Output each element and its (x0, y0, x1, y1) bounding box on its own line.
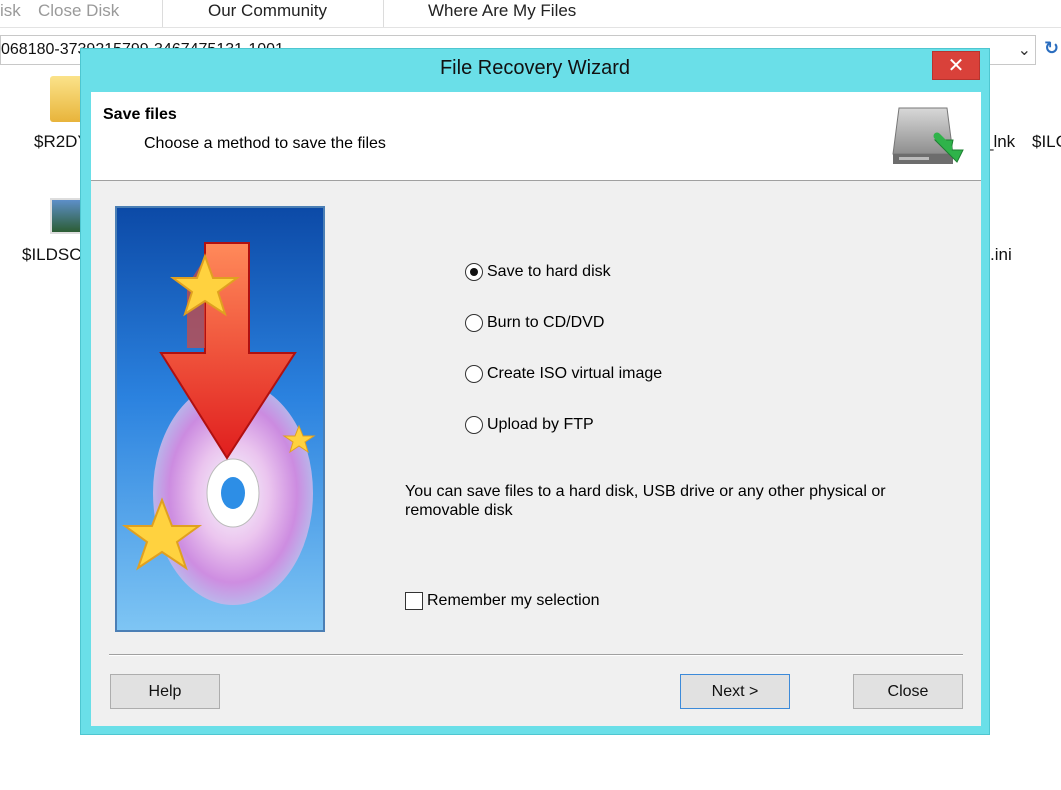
option-description: You can save files to a hard disk, USB d… (405, 483, 886, 519)
remember-selection[interactable]: Remember my selection (405, 590, 600, 612)
wizard-header: Save files Choose a method to save the f… (91, 92, 981, 181)
radio-save-to-hard-disk[interactable] (465, 263, 483, 281)
file-recovery-wizard-dialog: File Recovery Wizard ✕ Save files Choose… (80, 48, 990, 735)
radio-burn-to-cd-dvd[interactable] (465, 314, 483, 332)
page-subtitle: Choose a method to save the files (144, 135, 386, 152)
close-button[interactable]: Close (853, 674, 963, 709)
refresh-icon[interactable]: ↻ (1044, 38, 1059, 59)
radio-upload-by-ftp[interactable] (465, 416, 483, 434)
remember-selection-checkbox[interactable] (405, 592, 423, 610)
dialog-title: File Recovery Wizard (439, 57, 631, 79)
option-label: Burn to CD/DVD (487, 314, 605, 331)
image-file-icon[interactable] (50, 198, 84, 234)
help-button[interactable]: Help (110, 674, 220, 709)
menu-separator (383, 0, 384, 27)
dialog-body: Save files Choose a method to save the f… (91, 92, 981, 726)
menu-close-disk[interactable]: Close Disk (38, 0, 119, 26)
hard-drive-icon (892, 107, 964, 164)
option-save-to-hard-disk[interactable]: Save to hard disk (465, 260, 611, 284)
footer-divider (109, 654, 963, 656)
menu-disk[interactable]: isk (0, 0, 21, 26)
option-upload-by-ftp[interactable]: Upload by FTP (465, 413, 594, 437)
close-icon[interactable]: ✕ (932, 51, 980, 80)
wizard-banner-image (115, 206, 325, 632)
remember-selection-label: Remember my selection (427, 592, 600, 609)
desktop-item-ilc[interactable]: $ILC (1032, 132, 1061, 152)
option-label: Save to hard disk (487, 263, 611, 280)
menu-separator (162, 0, 163, 27)
option-label: Upload by FTP (487, 416, 594, 433)
option-label: Create ISO virtual image (487, 365, 663, 382)
disc-arrow-illustration (121, 242, 316, 605)
desktop-item-ini[interactable]: .ini (990, 245, 1012, 265)
radio-create-iso-image[interactable] (465, 365, 483, 383)
menu-where-are-my-files[interactable]: Where Are My Files (428, 0, 576, 26)
chevron-down-icon[interactable]: ⌄ (1018, 40, 1031, 60)
option-create-iso-image[interactable]: Create ISO virtual image (465, 362, 662, 386)
page-title: Save files (103, 106, 177, 123)
option-burn-to-cd-dvd[interactable]: Burn to CD/DVD (465, 311, 604, 335)
next-button[interactable]: Next > (680, 674, 790, 709)
menu-our-community[interactable]: Our Community (208, 0, 327, 26)
app-menubar: isk Close Disk Our Community Where Are M… (0, 0, 1061, 28)
